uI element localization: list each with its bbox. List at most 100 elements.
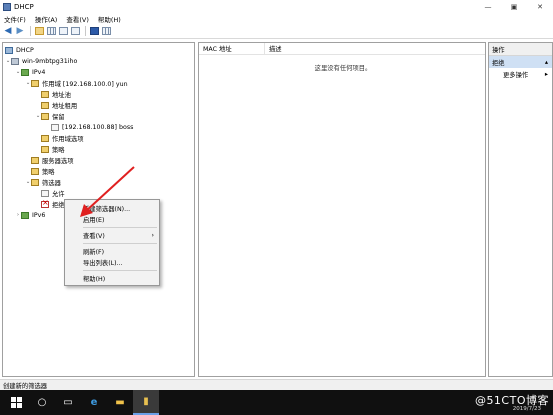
empty-list-message: 这里没有任何项目。 bbox=[314, 65, 372, 72]
up-button[interactable] bbox=[34, 26, 44, 36]
menu-action[interactable]: 操作(A) bbox=[35, 14, 58, 24]
tree-label: 保留 bbox=[52, 113, 65, 121]
folder-icon bbox=[41, 134, 49, 142]
tree-node-filters[interactable]: ⌄ 筛选器 bbox=[25, 177, 61, 187]
taskbar-file-explorer[interactable]: ▬ bbox=[107, 390, 133, 415]
actions-pane: 操作 拒绝 ▴ 更多操作 ▸ bbox=[488, 42, 553, 377]
tree-node-dhcp[interactable]: DHCP bbox=[5, 45, 34, 55]
back-arrow-icon: ◀ bbox=[4, 26, 12, 36]
system-tray: @51CTO博客 2019/7/23 bbox=[475, 392, 549, 412]
tree-node-reservations[interactable]: ⌄ 保留 bbox=[35, 111, 65, 121]
result-pane: MAC 地址 描述 这里没有任何项目。 bbox=[198, 42, 486, 377]
folder-icon bbox=[31, 79, 39, 87]
tree-label: DHCP bbox=[16, 46, 34, 54]
dhcp-app-icon bbox=[3, 2, 11, 11]
task-view-icon: ▭ bbox=[63, 397, 73, 408]
refresh-icon bbox=[58, 27, 68, 35]
windows-logo-icon bbox=[10, 397, 22, 408]
menu-item-help[interactable]: 帮助(H) bbox=[65, 273, 159, 283]
close-button[interactable]: ✕ bbox=[527, 0, 553, 13]
menu-separator bbox=[83, 227, 157, 228]
taskbar-ie[interactable]: e bbox=[81, 390, 107, 415]
tree-node-scope-policies[interactable]: 策略 bbox=[41, 144, 65, 154]
help-icon bbox=[89, 27, 99, 35]
toolbar-separator bbox=[85, 26, 86, 36]
tree-node-scope-options[interactable]: 作用域选项 bbox=[41, 133, 83, 143]
tree-label: IPv4 bbox=[32, 68, 46, 76]
tree-label: 策略 bbox=[42, 168, 55, 176]
tree-label: 拒绝 bbox=[52, 201, 65, 209]
tree-node-server-options[interactable]: 服务器选项 bbox=[31, 155, 73, 165]
folder-icon bbox=[41, 145, 49, 153]
menu-item-new-filter[interactable]: 新建筛选器(N)... bbox=[65, 203, 159, 213]
search-icon: ○ bbox=[37, 397, 47, 408]
menu-file[interactable]: 文件(F) bbox=[4, 14, 26, 24]
tree-node-reservation-item[interactable]: [192.168.100.88] boss bbox=[51, 122, 133, 132]
tree-node-scope[interactable]: ⌄ 作用域 [192.168.100.0] yun bbox=[25, 78, 128, 88]
ipv4-icon bbox=[21, 68, 29, 76]
menu-item-label: 导出列表(L)... bbox=[83, 259, 123, 267]
tree-label: 策略 bbox=[52, 146, 65, 154]
start-button[interactable] bbox=[3, 390, 29, 415]
forward-button[interactable]: ▶ bbox=[15, 26, 25, 36]
tree-label: 筛选器 bbox=[42, 179, 61, 187]
taskbar-dhcp[interactable]: ▮ bbox=[133, 390, 159, 415]
refresh-button[interactable] bbox=[58, 26, 68, 36]
task-view-button[interactable]: ▭ bbox=[55, 390, 81, 415]
actions-section-deny[interactable]: 拒绝 ▴ bbox=[489, 56, 552, 68]
tree-node-ipv6[interactable]: › IPv6 bbox=[15, 210, 45, 220]
menu-item-label: 查看(V) bbox=[83, 232, 105, 240]
allow-icon bbox=[41, 189, 49, 197]
column-mac-address[interactable]: MAC 地址 bbox=[199, 42, 265, 55]
collapse-caret-icon[interactable]: ▴ bbox=[545, 59, 548, 66]
menu-bar: 文件(F) 操作(A) 查看(V) 帮助(H) bbox=[0, 13, 553, 24]
window-title: DHCP bbox=[14, 2, 34, 11]
column-description[interactable]: 描述 bbox=[265, 44, 282, 53]
folder-icon: ▬ bbox=[115, 397, 125, 408]
tree-node-allow[interactable]: 允许 bbox=[41, 188, 65, 198]
tree-node-policies[interactable]: 策略 bbox=[31, 166, 55, 176]
filter-icon bbox=[31, 178, 39, 186]
show-hide-tree-button[interactable] bbox=[46, 26, 56, 36]
tree-label: 地址租用 bbox=[52, 102, 78, 110]
search-button[interactable]: ○ bbox=[29, 390, 55, 415]
clock-date: 2019/7/23 bbox=[512, 406, 541, 412]
tree-label: 服务器选项 bbox=[42, 157, 74, 165]
properties-button[interactable] bbox=[101, 26, 111, 36]
status-bar: 创建新的筛选器 bbox=[0, 379, 553, 390]
menu-item-enable[interactable]: 启用(E) bbox=[65, 214, 159, 224]
minimize-button[interactable]: — bbox=[475, 0, 501, 13]
dhcp-icon bbox=[5, 46, 13, 54]
folder-icon bbox=[41, 112, 49, 120]
tree-label: [192.168.100.88] boss bbox=[62, 123, 134, 131]
tree-node-address-pool[interactable]: 地址池 bbox=[41, 89, 71, 99]
menu-item-export-list[interactable]: 导出列表(L)... bbox=[65, 257, 159, 267]
actions-header: 操作 bbox=[489, 43, 552, 56]
menu-separator bbox=[83, 243, 157, 244]
toolbar: ◀ ▶ bbox=[0, 24, 553, 39]
deny-icon bbox=[41, 198, 49, 208]
tree-node-ipv4[interactable]: ⌄ IPv4 bbox=[15, 67, 45, 77]
properties-icon bbox=[101, 27, 111, 35]
toolbar-separator bbox=[30, 26, 31, 36]
tree-node-deny[interactable]: 拒绝 bbox=[41, 198, 65, 209]
forward-arrow-icon: ▶ bbox=[16, 26, 24, 36]
folder-up-icon bbox=[34, 27, 44, 35]
menu-item-view[interactable]: 查看(V) › bbox=[65, 230, 159, 240]
restore-button[interactable]: ▣ bbox=[501, 0, 527, 13]
tree-label: 允许 bbox=[52, 190, 65, 198]
more-actions[interactable]: 更多操作 ▸ bbox=[489, 68, 552, 80]
submenu-arrow-icon: ▸ bbox=[544, 70, 548, 78]
tree-node-server[interactable]: ⌄ win-9mbtpg31iho bbox=[5, 56, 77, 66]
help-button[interactable] bbox=[89, 26, 99, 36]
menu-separator bbox=[83, 270, 157, 271]
export-list-button[interactable] bbox=[70, 26, 80, 36]
status-text: 创建新的筛选器 bbox=[3, 382, 48, 390]
back-button[interactable]: ◀ bbox=[3, 26, 13, 36]
menu-view[interactable]: 查看(V) bbox=[66, 14, 89, 24]
reservation-icon bbox=[51, 123, 59, 131]
menu-item-refresh[interactable]: 刷新(F) bbox=[65, 246, 159, 256]
tree-label: 地址池 bbox=[52, 91, 71, 99]
menu-help[interactable]: 帮助(H) bbox=[98, 14, 121, 24]
tree-node-address-leases[interactable]: 地址租用 bbox=[41, 100, 77, 110]
